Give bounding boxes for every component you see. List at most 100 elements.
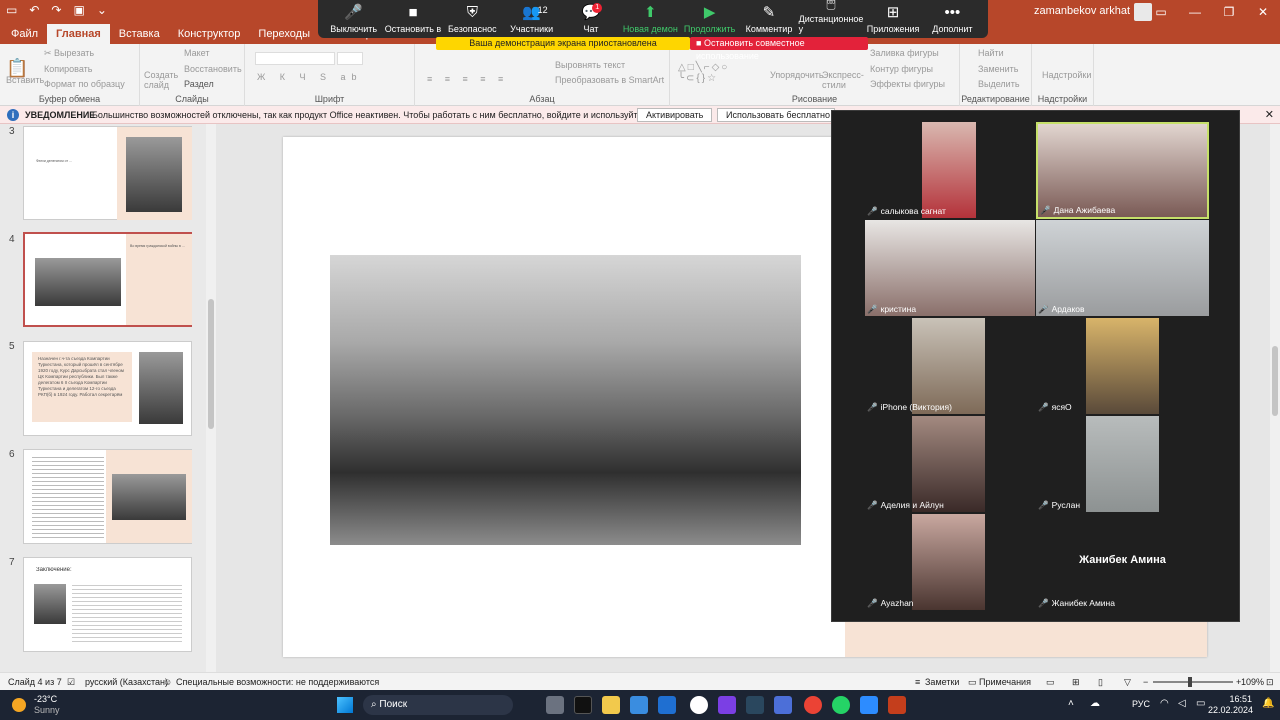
more-button[interactable]: ••• Дополнит	[923, 0, 982, 38]
annotate-button[interactable]: ✎ Комментир	[739, 0, 798, 38]
tray-chevron-icon[interactable]: ˄	[1068, 698, 1074, 709]
zoom-icon[interactable]	[860, 696, 878, 714]
shape-effects-button[interactable]: Эффекты фигуры	[870, 79, 945, 89]
remote-control-button[interactable]: 🖱 Дистанционное у	[799, 0, 864, 38]
whatsapp-icon[interactable]	[832, 696, 850, 714]
slide-thumbnail-3[interactable]: Фатхи делегатом от ...	[23, 126, 192, 220]
weather-temp[interactable]: -23°C	[34, 694, 57, 704]
search-box[interactable]: ⌕ Поиск	[363, 695, 513, 715]
app-icon[interactable]	[774, 696, 792, 714]
user-name[interactable]: zamanbekov arkhat	[1034, 5, 1130, 17]
slide-thumbnail-5[interactable]: Назначен г.ч-та съезда Компартии Туркест…	[23, 341, 192, 436]
align-text-button[interactable]: Выровнять текст	[555, 60, 625, 70]
steam-icon[interactable]	[746, 696, 764, 714]
mute-button[interactable]: 🎤 Выключить	[324, 0, 383, 38]
battery-icon[interactable]: ▭	[1196, 698, 1205, 709]
media-icon[interactable]	[718, 696, 736, 714]
slide-scrollbar[interactable]	[1270, 124, 1280, 672]
maximize-icon[interactable]: ❐	[1212, 5, 1246, 19]
weather-desc[interactable]: Sunny	[34, 705, 60, 715]
comments-button[interactable]: Примечания	[979, 673, 1031, 691]
slide-thumbnail-6[interactable]	[23, 449, 192, 544]
undo-icon[interactable]: ↶	[29, 3, 39, 17]
minimize-icon[interactable]: —	[1178, 5, 1212, 19]
cut-button[interactable]: ✂ Вырезать	[44, 48, 94, 59]
reading-view-icon[interactable]: ▯	[1098, 673, 1103, 691]
shape-outline-button[interactable]: Контур фигуры	[870, 64, 933, 74]
store-icon[interactable]	[658, 696, 676, 714]
tab-insert[interactable]: Вставка	[110, 24, 169, 44]
chat-button[interactable]: 💬 1 Чат	[561, 0, 620, 38]
tab-transitions[interactable]: Переходы	[249, 24, 319, 44]
copy-button[interactable]: Копировать	[44, 64, 92, 74]
font-size-field[interactable]	[337, 52, 363, 65]
section-button[interactable]: Раздел	[184, 79, 214, 89]
close-notice-icon[interactable]: ✕	[1265, 106, 1274, 124]
activate-button[interactable]: Активировать	[637, 108, 713, 122]
quick-styles-button[interactable]: Экспресс-стили	[822, 70, 864, 90]
normal-view-icon[interactable]: ▭	[1046, 673, 1055, 691]
slide-thumbnail-7[interactable]: Заключение:	[23, 557, 192, 652]
redo-icon[interactable]: ↷	[51, 3, 61, 17]
mail-icon[interactable]	[630, 696, 648, 714]
scroll-thumb[interactable]	[208, 299, 214, 429]
participants-button[interactable]: 👥 12 Участники	[502, 0, 561, 38]
shape-fill-button[interactable]: Заливка фигуры	[870, 48, 939, 58]
ribbon-display-icon[interactable]: ▭	[1144, 5, 1178, 19]
yandex-browser-icon[interactable]	[690, 696, 708, 714]
resume-share-button[interactable]: ▶ Продолжить	[680, 0, 739, 38]
smartart-button[interactable]: Преобразовать в SmartArt	[555, 75, 664, 85]
tab-design[interactable]: Конструктор	[169, 24, 250, 44]
participant-tile[interactable]: 🎤 Ардаков	[1036, 220, 1209, 316]
participant-tile-active[interactable]: 🎤 Дана Ажибаева	[1036, 122, 1209, 219]
wifi-icon[interactable]: ◠	[1160, 698, 1169, 709]
thumbnail-scrollbar[interactable]	[206, 124, 216, 672]
select-button[interactable]: Выделить	[978, 79, 1020, 89]
paste-button[interactable]: Вставить	[6, 75, 44, 85]
sorter-view-icon[interactable]: ⊞	[1072, 673, 1080, 691]
onedrive-icon[interactable]: ☁	[1090, 698, 1100, 709]
scroll-thumb[interactable]	[1272, 346, 1278, 416]
task-view-icon[interactable]	[546, 696, 564, 714]
powerpoint-icon[interactable]	[888, 696, 906, 714]
arrange-button[interactable]: Упорядочить	[770, 70, 824, 80]
shapes-gallery[interactable]: △□╲⌐◇○ ╰⊂{}☆	[678, 62, 758, 92]
clock-date[interactable]: 22.02.2024	[1208, 705, 1253, 715]
tab-home[interactable]: Главная	[47, 24, 110, 44]
start-icon[interactable]	[337, 697, 353, 713]
font-format-buttons[interactable]: Ж К Ч S ab	[257, 72, 363, 82]
tab-file[interactable]: Файл	[2, 24, 47, 44]
layout-button[interactable]: Макет	[184, 48, 209, 58]
chrome-icon[interactable]	[804, 696, 822, 714]
addins-button[interactable]: Надстройки	[1042, 70, 1091, 80]
new-share-button[interactable]: ⬆ Новая демон	[621, 0, 680, 38]
zoom-slider-handle[interactable]	[1188, 677, 1192, 687]
slideshow-view-icon[interactable]: ▽	[1124, 673, 1131, 691]
start-presentation-icon[interactable]: ▣	[73, 3, 84, 17]
apps-button[interactable]: ⊞ Приложения	[863, 0, 922, 38]
reset-button[interactable]: Восстановить	[184, 64, 242, 74]
customize-toolbar-icon[interactable]: ⌄	[97, 3, 107, 17]
zoom-out-icon[interactable]: −	[1143, 673, 1148, 691]
fit-slide-icon[interactable]: ⊡	[1266, 673, 1274, 691]
format-painter-button[interactable]: Формат по образцу	[44, 79, 125, 89]
alignment-buttons[interactable]: ≡ ≡ ≡ ≡ ≡	[427, 74, 508, 84]
notes-button[interactable]: Заметки	[925, 673, 959, 691]
accessibility-status[interactable]: Специальные возможности: не поддерживают…	[176, 673, 379, 691]
volume-icon[interactable]: ◁	[1178, 698, 1186, 709]
stop-share-button[interactable]: ■ Остановить совместное использование	[690, 37, 868, 61]
new-slide-button[interactable]: Создать слайд	[144, 70, 178, 90]
notifications-icon[interactable]: 🔔	[1262, 698, 1274, 709]
replace-button[interactable]: Заменить	[978, 64, 1018, 74]
zoom-level[interactable]: 109%	[1241, 673, 1264, 691]
file-explorer-icon[interactable]	[602, 696, 620, 714]
close-icon[interactable]: ✕	[1246, 5, 1280, 19]
spellcheck-icon[interactable]: ☑	[67, 673, 75, 691]
participant-tile[interactable]: Жанибек Амина 🎤 Жанибек Амина	[1036, 514, 1209, 610]
autosave-icon[interactable]: ▭	[6, 3, 17, 17]
use-free-button[interactable]: Использовать бесплатно на	[717, 108, 835, 122]
language-indicator[interactable]: русский (Казахстан)	[85, 673, 168, 691]
security-button[interactable]: ⛨ Безопаснос	[443, 0, 502, 38]
stop-video-button[interactable]: ■ Остановить в	[383, 0, 442, 38]
historical-photo[interactable]	[330, 255, 801, 545]
